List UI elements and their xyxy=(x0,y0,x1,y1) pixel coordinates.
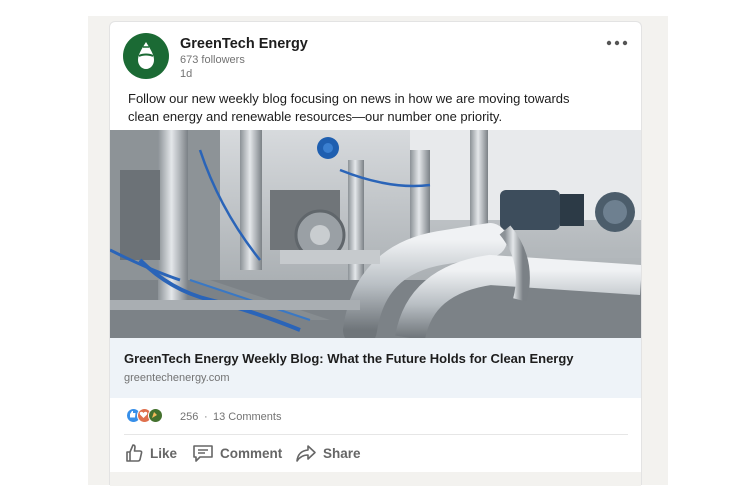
company-name[interactable]: GreenTech Energy xyxy=(180,36,308,52)
divider xyxy=(124,434,628,435)
link-preview-domain: greentechenergy.com xyxy=(124,372,230,384)
share-arrow-icon xyxy=(296,445,316,462)
comment-button[interactable]: Comment xyxy=(192,442,282,464)
link-preview-title[interactable]: GreenTech Energy Weekly Blog: What the F… xyxy=(124,351,574,366)
comment-bubble-icon xyxy=(193,445,213,462)
post-body-text: Follow our new weekly blog focusing on n… xyxy=(128,90,598,126)
share-label: Share xyxy=(323,445,361,461)
reaction-count[interactable]: 256 xyxy=(180,411,198,423)
celebrate-icon xyxy=(148,408,163,423)
follower-count: 673 followers xyxy=(180,54,245,66)
more-options-button[interactable] xyxy=(606,30,628,51)
card-footer xyxy=(110,472,641,486)
post-image-industrial-pipes[interactable] xyxy=(110,130,641,338)
like-label: Like xyxy=(150,445,178,461)
like-button[interactable]: Like xyxy=(124,442,177,464)
separator-dot: · xyxy=(204,411,208,423)
thumbs-up-icon xyxy=(126,444,143,462)
more-dots-icon xyxy=(606,40,628,46)
link-preview[interactable]: GreenTech Energy Weekly Blog: What the F… xyxy=(110,338,641,398)
comment-label: Comment xyxy=(220,445,283,461)
industrial-machinery-image xyxy=(110,130,641,338)
post-text-line: Follow our new weekly blog focusing on n… xyxy=(128,91,570,106)
share-button[interactable]: Share xyxy=(295,442,361,464)
water-drop-logo-icon xyxy=(138,42,154,69)
comment-count[interactable]: 13 Comments xyxy=(213,411,281,423)
company-logo[interactable] xyxy=(123,33,169,79)
feed-post-card: GreenTech Energy 673 followers 1d Follow… xyxy=(109,21,642,486)
post-timestamp: 1d xyxy=(180,68,193,80)
post-text-line: clean energy and renewable resources—our… xyxy=(128,109,503,124)
